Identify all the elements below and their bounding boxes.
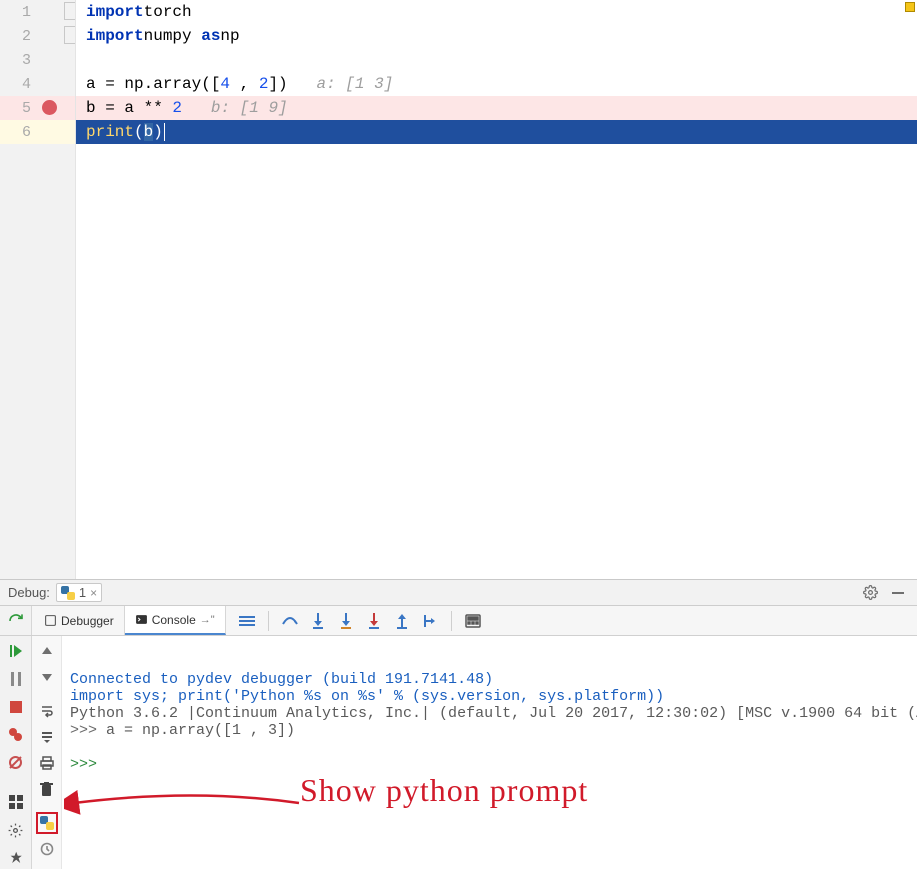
gutter-line: 3 [0,48,75,72]
debug-left-rail [0,636,32,869]
step-into-my-code-icon[interactable] [335,610,357,632]
step-out-icon[interactable] [391,610,413,632]
caret-icon [164,123,165,141]
fold-icon[interactable] [64,2,75,20]
gutter-line[interactable]: 5 [0,96,75,120]
minimize-icon[interactable] [887,582,909,604]
code-editor[interactable]: 1 2 3 4 5 6 import torch import numpy as… [0,0,917,580]
code-line-current[interactable]: print(b) [76,120,917,144]
mute-breakpoints-icon[interactable] [5,752,27,774]
gutter-line: 1 [0,0,75,24]
settings-icon[interactable] [859,582,881,604]
console-line: Connected to pydev debugger (build 191.7… [70,671,493,688]
inline-hint: b: [1 9] [211,99,288,117]
run-to-cursor-icon[interactable] [419,610,441,632]
pin-tab-icon[interactable] [5,847,27,869]
console-output[interactable]: Connected to pydev debugger (build 191.7… [62,636,917,869]
gutter-line: 6 [0,120,75,144]
debug-run-name: 1 [79,585,86,600]
scroll-to-end-icon[interactable] [36,726,58,748]
line-number: 5 [22,100,31,117]
evaluate-expression-icon[interactable] [462,610,484,632]
gutter-line: 2 [0,24,75,48]
code-line[interactable]: import numpy as np [76,24,917,48]
prompt-marker[interactable]: >>> [70,756,106,773]
console-line: import sys; print('Python %s on %s' % (s… [70,688,664,705]
view-breakpoints-icon[interactable] [5,724,27,746]
close-icon[interactable]: × [90,586,97,600]
debug-console: Connected to pydev debugger (build 191.7… [0,636,917,869]
fold-icon[interactable] [64,26,75,44]
clear-all-icon[interactable] [36,778,58,800]
print-icon[interactable] [36,752,58,774]
stop-button[interactable] [5,696,27,718]
soft-wrap-icon[interactable] [36,700,58,722]
show-python-prompt-button[interactable] [36,812,58,834]
step-over-icon[interactable] [279,610,301,632]
rerun-button[interactable] [0,606,32,635]
gutter: 1 2 3 4 5 6 [0,0,76,579]
tab-label: Debugger [61,614,114,628]
console-line: Python 3.6.2 |Continuum Analytics, Inc.|… [70,705,917,722]
breakpoint-icon[interactable] [42,100,57,115]
debug-panel-title: Debug: 1 × [0,580,917,606]
debug-toolbar: Debugger Console →" [0,606,917,636]
warning-indicator-icon[interactable] [905,2,915,12]
tab-label: Console [152,613,196,627]
line-number: 3 [22,52,31,69]
layout-icon[interactable] [5,791,27,813]
prompt-marker: >>> [70,722,106,739]
show-exec-point-icon[interactable] [236,610,258,632]
code-line[interactable]: import torch [76,0,917,24]
line-number: 1 [22,4,31,21]
inline-hint: a: [1 3] [316,75,393,93]
debug-tabset: Debugger Console →" [34,606,226,635]
code-line[interactable]: b = a ** 2 b: [1 9] [76,96,917,120]
debug-run-tab[interactable]: 1 × [56,583,102,602]
code-line[interactable] [76,48,917,72]
pause-button[interactable] [5,668,27,690]
console-side-rail [32,636,62,869]
resume-button[interactable] [5,640,27,662]
gutter-line: 4 [0,72,75,96]
debug-label: Debug: [8,585,50,600]
python-icon [40,816,54,830]
selected-text: b [144,123,154,141]
editor-right-strip [905,0,917,579]
line-number: 6 [22,124,31,141]
tab-console[interactable]: Console →" [125,606,226,635]
code-line[interactable]: a = np.array([4 , 2]) a: [1 3] [76,72,917,96]
python-icon [61,586,75,600]
scroll-up-icon[interactable] [36,640,58,662]
pin-icon[interactable]: →" [200,614,215,626]
line-number: 4 [22,76,31,93]
step-into-icon[interactable] [307,610,329,632]
line-number: 2 [22,28,31,45]
scroll-down-icon[interactable] [36,666,58,688]
fn-call: print [86,123,134,141]
console-input-line: a = np.array([1 , 3]) [106,722,295,739]
force-step-into-icon[interactable] [363,610,385,632]
history-icon[interactable] [36,838,58,860]
tab-debugger[interactable]: Debugger [34,606,125,635]
code-column[interactable]: import torch import numpy as np a = np.a… [76,0,917,579]
debug-settings-icon[interactable] [5,819,27,841]
